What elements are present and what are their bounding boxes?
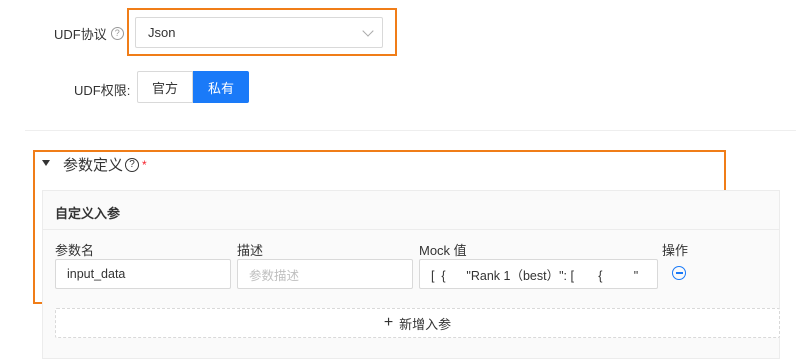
udf-protocol-select[interactable]: Json: [135, 17, 383, 48]
chevron-down-icon: [362, 24, 374, 37]
column-header-mock: Mock 值: [419, 243, 467, 258]
add-param-button[interactable]: + 新增入参: [55, 308, 780, 338]
permission-private-button[interactable]: 私有: [193, 71, 249, 103]
param-name-input[interactable]: input_data: [55, 259, 231, 289]
udf-protocol-label: UDF协议 ?: [54, 24, 124, 43]
custom-input-params-title: 自定义入参: [55, 206, 121, 221]
help-icon[interactable]: ?: [125, 157, 140, 172]
add-param-label: 新增入参: [399, 316, 452, 332]
permission-official-button[interactable]: 官方: [137, 71, 193, 103]
panel-divider: [42, 229, 780, 230]
udf-permission-toggle: 官方 私有: [137, 71, 249, 103]
udf-permission-label: UDF权限:: [74, 83, 131, 98]
plus-icon: +: [383, 314, 394, 331]
minus-circle-icon[interactable]: [672, 266, 686, 280]
param-section-title: 参数定义 ? *: [63, 154, 147, 175]
param-section-title-text: 参数定义: [63, 157, 124, 174]
udf-protocol-value: Json: [148, 25, 176, 40]
column-header-desc: 描述: [237, 243, 264, 258]
param-desc-input[interactable]: 参数描述: [237, 259, 413, 289]
required-mark: *: [142, 157, 147, 172]
param-mock-input[interactable]: [ { "Rank 1（best）": [ { ": [419, 259, 658, 289]
help-icon[interactable]: ?: [110, 27, 124, 40]
caret-down-icon[interactable]: [42, 160, 50, 166]
udf-protocol-label-text: UDF协议: [54, 27, 107, 42]
column-header-action: 操作: [662, 243, 689, 258]
divider: [25, 130, 796, 131]
column-header-name: 参数名: [55, 243, 95, 258]
